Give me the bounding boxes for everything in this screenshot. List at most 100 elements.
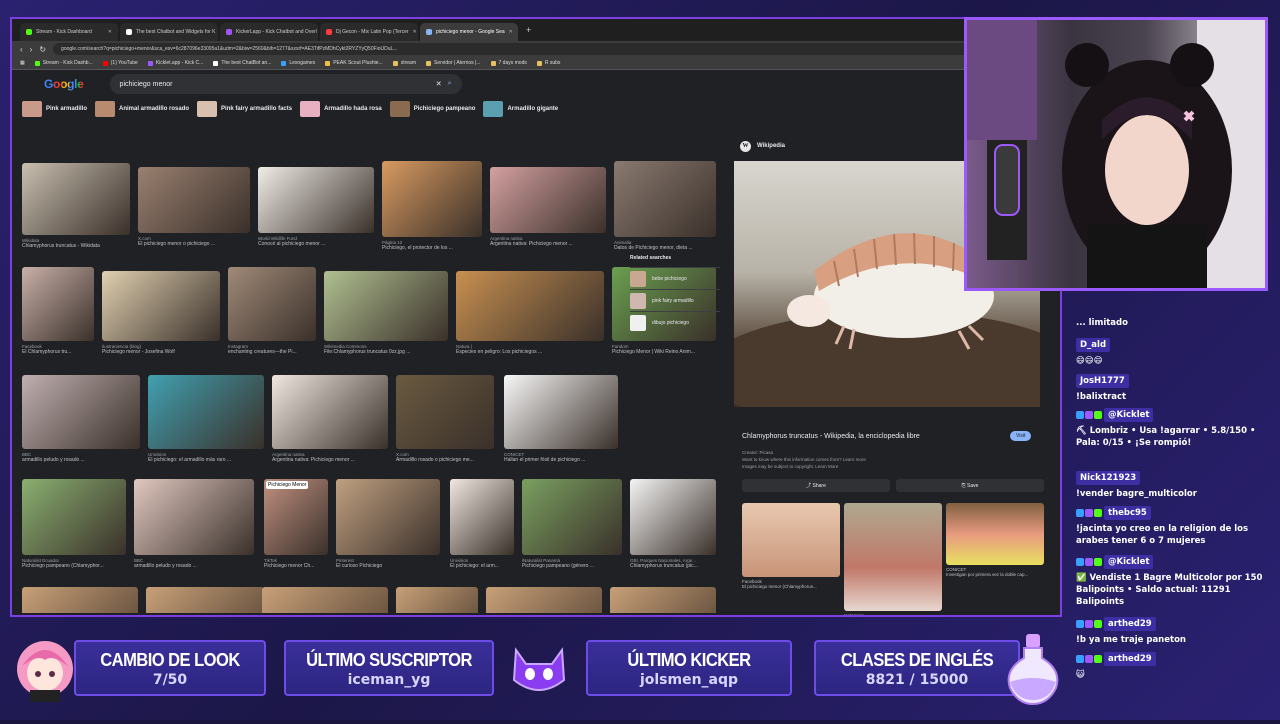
badge-icon: [1094, 619, 1102, 628]
image-result[interactable]: Univision El pichiciego: el armadillo más…: [148, 375, 264, 463]
close-icon[interactable]: ✕: [108, 29, 112, 35]
chip-pampeano[interactable]: Pichiciego pampeano: [389, 101, 475, 117]
chat-username[interactable]: D_ald: [1076, 338, 1111, 352]
chat-text: !jacinta yo creo en la religion de los a…: [1076, 524, 1249, 546]
bookmark-item[interactable]: Servidor | Aternos |...: [425, 60, 481, 66]
bookmark-item[interactable]: PEAK Scout Plushie...: [325, 60, 383, 66]
chat-username[interactable]: @Kicklet: [1104, 408, 1154, 422]
bookmark-item[interactable]: Lexogames: [281, 60, 315, 66]
related-item[interactable]: dibujo pichiciego: [630, 311, 720, 333]
chip-gigante[interactable]: Armadillo gigante: [483, 101, 558, 117]
image-result[interactable]: X.com Armadillo rosado o pichiciego me...: [396, 375, 494, 463]
chip-facts[interactable]: Pink fairy armadillo facts: [197, 101, 292, 117]
image-result[interactable]: [486, 587, 602, 613]
back-icon[interactable]: ‹: [20, 45, 23, 54]
bookmark-item[interactable]: Stream - Kick Dashb...: [34, 60, 93, 66]
panel-actions: ⤴ Share ⎘ Save: [742, 479, 1044, 492]
new-tab-button[interactable]: +: [520, 25, 537, 35]
chat-username[interactable]: JosH1777: [1076, 374, 1129, 388]
search-icon[interactable]: ⌕: [448, 80, 452, 88]
image-result[interactable]: Natura | Especies en peligro: Los pichici…: [456, 271, 604, 355]
image-result[interactable]: Página 12 Pichiciego, el protector de los…: [382, 161, 482, 251]
tab-kicklet[interactable]: KickerLapp - Kick Chatbot and Overl✕: [220, 23, 318, 41]
image-result[interactable]: TikTok Pichiciego menor Ch... Pichiciego M…: [264, 479, 328, 569]
url-field[interactable]: google.com/search?q=pichiciego+menor&sca…: [53, 43, 1026, 55]
related-item[interactable]: pink fairy armadillo: [630, 289, 720, 311]
image-result[interactable]: Facebook El Chlamyphorus tru...: [22, 267, 94, 355]
chat-username[interactable]: Nick121923: [1076, 471, 1141, 485]
share-button[interactable]: ⤴ Share: [742, 479, 890, 492]
result-thumbnail: [272, 375, 388, 449]
tab-dj-mix[interactable]: Dj Gecon - Mix Latin Pop (Tercer ✕: [320, 23, 418, 41]
tab-chatbot[interactable]: The best Chatbot and Widgets for K✕: [120, 23, 218, 41]
image-result[interactable]: [22, 587, 138, 613]
visit-button[interactable]: Visit: [1010, 431, 1032, 441]
search-box[interactable]: pichiciego menor ✕ ⌕: [109, 74, 462, 94]
panel-thumbnail[interactable]: [946, 503, 1044, 565]
result-thumbnail: [134, 479, 254, 555]
chip-pink-armadillo[interactable]: Pink armadillo: [22, 101, 87, 117]
bookmark-item[interactable]: (1) YouTube: [102, 60, 138, 66]
streamer-camera-image: [967, 20, 1265, 288]
chat-text: ✅ Vendiste 1 Bagre Multicolor por 150 Ba…: [1076, 573, 1263, 607]
bookmark-folder[interactable]: stream: [392, 60, 416, 66]
panel-thumbnail[interactable]: [742, 503, 840, 577]
bookmark-folder[interactable]: R subs: [536, 60, 560, 66]
apps-icon[interactable]: ▦: [20, 60, 25, 66]
image-result[interactable]: [610, 587, 716, 613]
image-result[interactable]: Argentina nativa Argentina nativa: Pichic…: [490, 167, 606, 247]
chip-label: Armadillo hada rosa: [324, 106, 382, 112]
image-result[interactable]: CONICET Hallan el primer fósil de pichici…: [504, 375, 618, 463]
google-logo[interactable]: Google: [44, 77, 84, 91]
look-title: CAMBIO DE LOOK: [100, 650, 240, 670]
image-result[interactable]: BBC armadillo peludo y rosado ...: [134, 479, 254, 569]
image-result[interactable]: Animalia Datos de Pichiciego menor, dieta…: [614, 161, 716, 251]
image-result[interactable]: [262, 587, 388, 613]
panel-thumbnail[interactable]: [844, 503, 942, 611]
image-result[interactable]: BBC armadillo peludo y rosado ...: [22, 375, 140, 463]
chat-username[interactable]: thebc95: [1104, 506, 1151, 520]
image-result[interactable]: Pinterest El curioso Pichiciego: [336, 479, 440, 569]
image-result[interactable]: [146, 587, 264, 613]
image-result[interactable]: Naturalist Ecuador Pichiciego pampeano (C…: [22, 479, 126, 569]
image-result[interactable]: Wikidata Chlamyphorus truncatus - Wikidat…: [22, 163, 130, 249]
close-icon[interactable]: ✕: [509, 29, 513, 35]
thumb-title: El pichiciego menor (Chlamyphorus...: [742, 584, 817, 589]
chip-hada-rosa[interactable]: Armadillo hada rosa: [300, 101, 382, 117]
result-title: armadillo peludo y rosado ...: [22, 457, 85, 463]
forward-icon[interactable]: ›: [30, 45, 33, 54]
chat-username[interactable]: @Kicklet: [1104, 555, 1154, 569]
related-item[interactable]: bebe pichiciego: [630, 267, 720, 289]
chip-animal-armadillo[interactable]: Animal armadillo rosado: [95, 101, 189, 117]
chat-username[interactable]: arthed29: [1104, 617, 1156, 631]
class-goal-target: 15000: [919, 672, 969, 688]
clear-icon[interactable]: ✕: [436, 80, 442, 88]
tab-google-search[interactable]: pichiciego menor - Google Sea ✕: [420, 23, 518, 41]
result-thumbnail: [630, 479, 716, 555]
image-result[interactable]: World Wildlife Fund Conocé al pichiciego …: [258, 167, 374, 247]
tab-kick-dashboard[interactable]: Stream - Kick Dashboard ✕: [20, 23, 118, 41]
result-title: Pichiciego Menor | Wiki Reino Anim...: [612, 349, 695, 355]
chat-message: Nick121923 !vender bagre_multicolor: [1076, 471, 1272, 500]
image-result[interactable]: Univision El pichiciego: el arm...: [450, 479, 514, 569]
image-result[interactable]: Wikimedia Commons File:Chlamyphorus trunc…: [324, 271, 448, 355]
bookmark-item[interactable]: Kicklet.app - Kick C...: [147, 60, 203, 66]
related-label: bebe pichiciego: [652, 275, 687, 282]
image-result[interactable]: Instagram enchanting creatures—the Pi...: [228, 267, 316, 355]
result-title: Armadillo rosado o pichiciego me...: [396, 457, 474, 463]
save-button[interactable]: ⎘ Save: [896, 479, 1044, 492]
image-result[interactable]: [396, 587, 478, 613]
image-result[interactable]: Ilustraciencia (blog) Pichiciego menor - …: [102, 271, 220, 355]
image-result[interactable]: iNaturalist Panamá Pichiciego pampeano (g…: [522, 479, 622, 569]
image-result[interactable]: Argentina nativa Argentina nativa: Pichic…: [272, 375, 388, 463]
search-input[interactable]: pichiciego menor: [120, 81, 430, 88]
reload-icon[interactable]: ↻: [39, 45, 46, 54]
close-icon[interactable]: ✕: [413, 29, 417, 35]
image-result[interactable]: X.com El pichiciego menor o pichiciego ..…: [138, 167, 250, 247]
image-result[interactable]: GBI, Parques Nacionales, Arge... Chlamyph…: [630, 479, 716, 569]
panel-title[interactable]: Chlamyphorus truncatus - Wikipedia, la e…: [742, 433, 920, 440]
bookmark-folder[interactable]: 7 days mods: [490, 60, 527, 66]
chat-username[interactable]: arthed29: [1104, 652, 1156, 666]
youtube-icon: [326, 29, 332, 35]
bookmark-item[interactable]: The best ChatBot an...: [213, 60, 271, 66]
